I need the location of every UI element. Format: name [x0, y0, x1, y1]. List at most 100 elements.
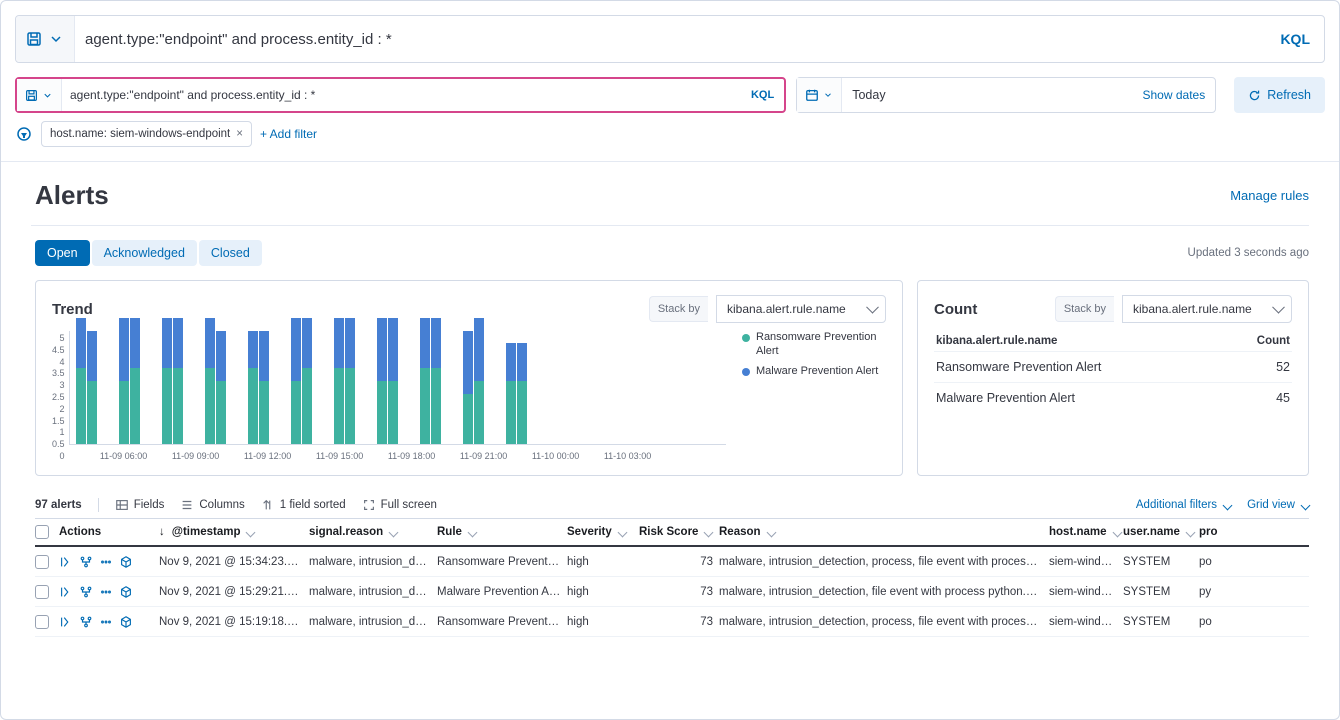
- row-checkbox[interactable]: [35, 615, 49, 629]
- col-rule[interactable]: Rule: [437, 526, 567, 538]
- more-actions-icon[interactable]: [99, 615, 113, 629]
- columns-icon: [180, 498, 194, 512]
- legend-dot-malware: [742, 368, 750, 376]
- chevron-down-icon: [42, 90, 53, 101]
- refresh-button[interactable]: Refresh: [1234, 77, 1325, 113]
- table-toolbar: 97 alerts Fields Columns 1 field sorted …: [1, 486, 1339, 518]
- count-row[interactable]: Ransomware Prevention Alert52: [934, 351, 1292, 382]
- legend-malware: Malware Prevention Alert: [756, 365, 878, 379]
- columns-button[interactable]: Columns: [180, 498, 244, 512]
- cube-icon[interactable]: [119, 585, 133, 599]
- query-lang-badge-small[interactable]: KQL: [741, 89, 784, 101]
- row-actions: [59, 555, 159, 569]
- cube-icon[interactable]: [119, 615, 133, 629]
- show-dates-link[interactable]: Show dates: [1133, 88, 1216, 102]
- count-panel: Count Stack by kibana.alert.rule.name ki…: [917, 280, 1309, 476]
- filter-chip-hostname[interactable]: host.name: siem-windows-endpoint ×: [41, 121, 252, 147]
- col-timestamp[interactable]: ↓@timestamp: [159, 526, 309, 538]
- chart-yaxis: 54.543.532.521.510.50: [52, 331, 69, 461]
- updated-text: Updated 3 seconds ago: [1188, 247, 1309, 259]
- chart-legend: Ransomware Prevention Alert Malware Prev…: [736, 331, 886, 461]
- count-table: kibana.alert.rule.name Count Ransomware …: [934, 331, 1292, 413]
- add-filter-button[interactable]: + Add filter: [260, 127, 317, 141]
- row-checkbox[interactable]: [35, 585, 49, 599]
- col-severity[interactable]: Severity: [567, 526, 639, 538]
- close-icon[interactable]: ×: [236, 128, 243, 140]
- col-risk[interactable]: Risk Score: [639, 526, 719, 538]
- table-row: Nov 9, 2021 @ 15:19:18.651malware, intru…: [35, 607, 1309, 637]
- col-signal-reason[interactable]: signal.reason: [309, 526, 437, 538]
- chart-xaxis: 11-09 06:0011-09 09:0011-09 12:0011-09 1…: [69, 451, 726, 461]
- count-col-count: Count: [1257, 335, 1290, 347]
- filter-chip-label: host.name: siem-windows-endpoint: [50, 128, 230, 140]
- analyze-icon[interactable]: [79, 555, 93, 569]
- fields-icon: [115, 498, 129, 512]
- chevron-down-icon: [48, 31, 64, 47]
- filter-options-icon[interactable]: [15, 126, 33, 142]
- expand-row-icon[interactable]: [59, 585, 73, 599]
- col-user[interactable]: user.name: [1123, 526, 1199, 538]
- tab-closed[interactable]: Closed: [199, 240, 262, 266]
- more-actions-icon[interactable]: [99, 555, 113, 569]
- tab-open[interactable]: Open: [35, 240, 90, 266]
- col-actions: Actions: [59, 526, 159, 538]
- date-value: Today: [842, 88, 1132, 102]
- count-stackby-label: Stack by: [1055, 296, 1114, 322]
- fullscreen-icon: [362, 498, 376, 512]
- expand-row-icon[interactable]: [59, 555, 73, 569]
- calendar-icon: [805, 88, 819, 102]
- fullscreen-button[interactable]: Full screen: [362, 498, 437, 512]
- row-actions: [59, 615, 159, 629]
- table-header: Actions ↓@timestamp signal.reason Rule S…: [35, 519, 1309, 547]
- alerts-table: Actions ↓@timestamp signal.reason Rule S…: [35, 518, 1309, 637]
- trend-panel: Trend Stack by kibana.alert.rule.name 54…: [35, 280, 903, 476]
- trend-chart: [69, 331, 726, 445]
- manage-rules-link[interactable]: Manage rules: [1230, 188, 1309, 203]
- analyze-icon[interactable]: [79, 585, 93, 599]
- select-all-checkbox[interactable]: [35, 525, 49, 539]
- save-icon: [26, 31, 42, 47]
- grid-view-button[interactable]: Grid view: [1247, 499, 1309, 511]
- col-reason[interactable]: Reason: [719, 526, 1049, 538]
- date-picker[interactable]: Today Show dates: [796, 77, 1216, 113]
- col-process[interactable]: pro: [1199, 526, 1229, 538]
- top-query-input[interactable]: [75, 31, 1266, 48]
- query-input[interactable]: [62, 88, 741, 102]
- trend-stackby-label: Stack by: [649, 296, 708, 322]
- count-col-rule: kibana.alert.rule.name: [936, 335, 1057, 347]
- expand-row-icon[interactable]: [59, 615, 73, 629]
- page-title: Alerts: [35, 180, 109, 211]
- query-bar-highlighted: KQL: [15, 77, 786, 113]
- trend-title: Trend: [52, 301, 93, 318]
- tab-acknowledged[interactable]: Acknowledged: [92, 240, 197, 266]
- cube-icon[interactable]: [119, 555, 133, 569]
- sorted-button[interactable]: 1 field sorted: [261, 498, 346, 512]
- legend-dot-ransomware: [742, 334, 750, 342]
- analyze-icon[interactable]: [79, 615, 93, 629]
- trend-stackby-select[interactable]: kibana.alert.rule.name: [716, 295, 886, 323]
- table-row: Nov 9, 2021 @ 15:34:23.619malware, intru…: [35, 547, 1309, 577]
- status-tabs: Open Acknowledged Closed: [35, 240, 262, 266]
- fields-button[interactable]: Fields: [115, 498, 165, 512]
- col-host[interactable]: host.name: [1049, 526, 1123, 538]
- row-actions: [59, 585, 159, 599]
- sort-icon: [261, 498, 275, 512]
- refresh-label: Refresh: [1267, 88, 1311, 102]
- save-icon: [25, 89, 38, 102]
- count-title: Count: [934, 301, 977, 318]
- saved-query-menu-small[interactable]: [17, 79, 62, 111]
- calendar-button[interactable]: [797, 78, 842, 112]
- row-checkbox[interactable]: [35, 555, 49, 569]
- additional-filters-button[interactable]: Additional filters: [1136, 499, 1231, 511]
- legend-ransomware: Ransomware Prevention Alert: [756, 331, 886, 359]
- top-query-bar: KQL: [15, 15, 1325, 63]
- saved-query-menu[interactable]: [16, 16, 75, 62]
- refresh-icon: [1248, 89, 1261, 102]
- alerts-count: 97 alerts: [35, 499, 82, 511]
- more-actions-icon[interactable]: [99, 585, 113, 599]
- count-row[interactable]: Malware Prevention Alert45: [934, 382, 1292, 413]
- chevron-down-icon: [823, 90, 833, 100]
- query-lang-badge[interactable]: KQL: [1266, 31, 1324, 47]
- table-row: Nov 9, 2021 @ 15:29:21.102malware, intru…: [35, 577, 1309, 607]
- count-stackby-select[interactable]: kibana.alert.rule.name: [1122, 295, 1292, 323]
